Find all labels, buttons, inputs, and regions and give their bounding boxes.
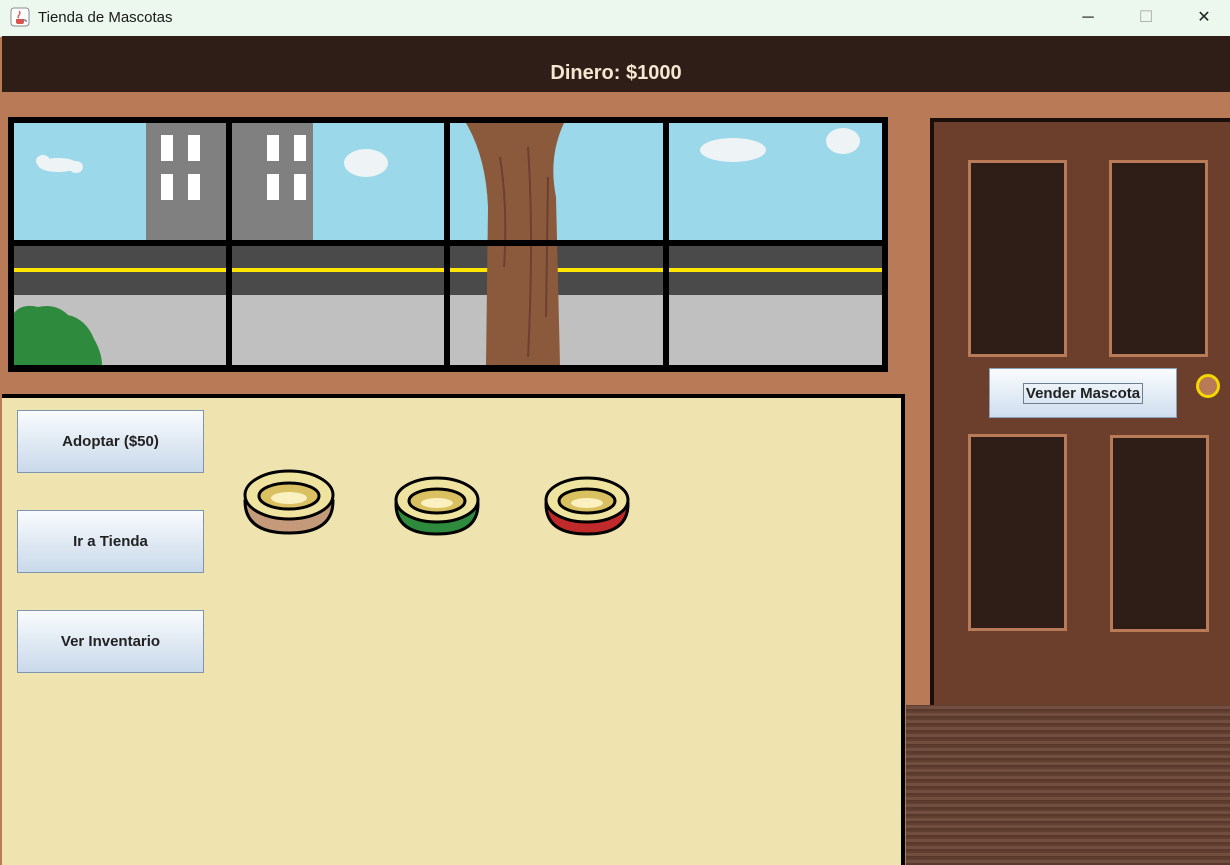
door-panel — [968, 160, 1067, 357]
door-panel — [1109, 160, 1208, 357]
view-inventory-button[interactable]: Ver Inventario — [17, 610, 204, 673]
maximize-button[interactable]: ☐ — [1118, 0, 1174, 36]
money-label: Dinero: $1000 — [550, 62, 682, 84]
building-right — [230, 123, 313, 240]
adopt-button[interactable]: Adoptar ($50) — [17, 410, 204, 473]
building-left — [146, 123, 228, 240]
food-bowl-green[interactable] — [392, 472, 482, 538]
sell-pet-label: Vender Mascota — [1022, 382, 1144, 404]
door-knob — [1196, 374, 1220, 398]
money-header: Dinero: $1000 — [2, 36, 1230, 92]
go-to-store-button[interactable]: Ir a Tienda — [17, 510, 204, 573]
close-button[interactable]: ✕ — [1176, 0, 1230, 36]
window-title: Tienda de Mascotas — [38, 9, 173, 26]
food-bowl-red[interactable] — [542, 472, 632, 538]
sell-pet-button[interactable]: Vender Mascota — [989, 368, 1177, 418]
title-bar: Tienda de Mascotas ─ ☐ ✕ — [0, 0, 1230, 37]
door-panel — [968, 434, 1067, 631]
minimize-button[interactable]: ─ — [1060, 0, 1116, 36]
java-app-icon — [10, 7, 30, 27]
wood-floor — [906, 705, 1230, 865]
street-window — [8, 117, 888, 372]
food-bowl-brown[interactable] — [241, 465, 337, 537]
door-panel — [1110, 435, 1209, 632]
